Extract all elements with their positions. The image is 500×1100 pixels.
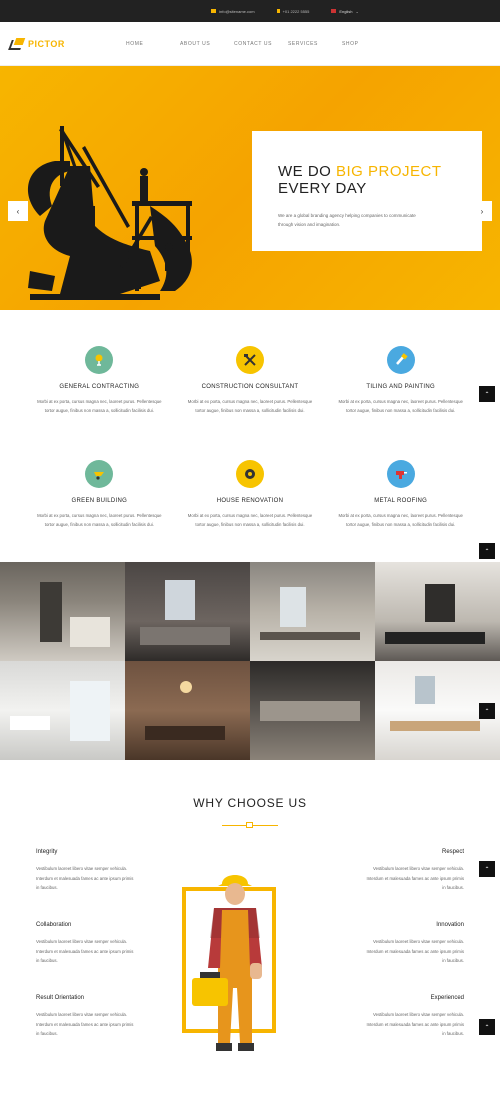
- section-title: WHY CHOOSE US: [193, 796, 307, 810]
- hammer-wrench-icon: [235, 346, 264, 374]
- service-text: Morbi at ex porta, cursus magna nec, lao…: [37, 399, 162, 413]
- slider-prev-button[interactable]: ‹: [8, 201, 28, 221]
- side-widget-button[interactable]: ⌃: [479, 1019, 495, 1035]
- logo-text: PICTOR: [28, 38, 65, 49]
- side-widget-button[interactable]: ⌃: [479, 861, 495, 877]
- service-title: METAL ROOFING: [374, 498, 428, 504]
- chevron-right-icon: ›: [480, 206, 484, 216]
- feature-item-left: Result Orientation Vestibulum laoreet li…: [36, 995, 136, 1039]
- nav-contact-us[interactable]: CONTACT US: [234, 41, 288, 47]
- gallery-image-bathroom-white[interactable]: [0, 661, 125, 760]
- mail-icon: [211, 9, 217, 13]
- main-nav: HOME ABOUT US CONTACT US SERVICES SHOP: [126, 41, 396, 47]
- feature-item-right: Experienced Vestibulum laoreet libero vi…: [364, 995, 464, 1039]
- service-title: TILING AND PAINTING: [366, 384, 435, 390]
- service-item[interactable]: CONSTRUCTION CONSULTANT Morbi at ex port…: [175, 346, 326, 448]
- service-title: GREEN BUILDING: [71, 498, 128, 504]
- construction-silhouette-illustration: [28, 126, 192, 300]
- language-selector[interactable]: English ⌄: [331, 8, 359, 14]
- logo[interactable]: PICTOR: [10, 38, 110, 50]
- service-item[interactable]: GENERAL CONTRACTING Morbi at ex porta, c…: [24, 346, 175, 448]
- hero-card: WE DO BIG PROJECT EVERY DAY We are a glo…: [252, 131, 482, 251]
- hero-slider: WE DO BIG PROJECT EVERY DAY We are a glo…: [0, 66, 500, 310]
- gallery-image-living-room[interactable]: [125, 562, 250, 661]
- why-choose-us-section: WHY CHOOSE US: [0, 760, 500, 828]
- service-item[interactable]: METAL ROOFING Morbi at ex porta, cursus …: [325, 460, 476, 562]
- services-section: GENERAL CONTRACTING Morbi at ex porta, c…: [0, 310, 500, 562]
- divider-ornament-icon: [246, 822, 253, 828]
- site-header: PICTOR HOME ABOUT US CONTACT US SERVICES…: [0, 22, 500, 66]
- feature-item-left: Collaboration Vestibulum laoreet libero …: [36, 922, 136, 966]
- service-text: Morbi at ex porta, cursus magna nec, lao…: [338, 513, 463, 527]
- service-text: Morbi at ex porta, cursus magna nec, lao…: [187, 513, 313, 527]
- feature-item-right: Respect Vestibulum laoreet libero vitae …: [364, 849, 464, 893]
- chevron-up-icon: ⌃: [484, 391, 490, 398]
- side-widget-button[interactable]: ⌃: [479, 386, 495, 402]
- feature-title: Collaboration: [36, 922, 72, 928]
- nav-shop[interactable]: SHOP: [342, 41, 396, 47]
- project-gallery: [0, 562, 500, 760]
- service-title: HOUSE RENOVATION: [216, 498, 284, 504]
- service-item[interactable]: HOUSE RENOVATION Morbi at ex porta, curs…: [175, 460, 326, 562]
- feature-title: Result Orientation: [36, 995, 85, 1001]
- hero-title: WE DO BIG PROJECT EVERY DAY: [278, 163, 442, 197]
- drill-icon: [386, 460, 415, 488]
- feature-title: Innovation: [436, 922, 464, 928]
- email-contact[interactable]: info@sitename.com: [211, 9, 255, 14]
- feature-text: Vestibulum laoreet libero vitae semper v…: [36, 866, 134, 890]
- pin-hook-icon: [85, 346, 114, 374]
- feature-title: Experienced: [430, 995, 464, 1001]
- feature-text: Vestibulum laoreet libero vitae semper v…: [36, 1012, 134, 1036]
- tape-measure-icon: [235, 460, 264, 488]
- chevron-left-icon: ‹: [16, 206, 20, 216]
- service-text: Morbi at ex porta, cursus magna nec, lao…: [187, 399, 313, 413]
- feature-title: Integrity: [36, 849, 58, 855]
- top-bar: info@sitename.com +01 2222 5555 English ⌄: [0, 0, 500, 22]
- side-widget-button[interactable]: ⌃: [479, 543, 495, 559]
- phone-contact[interactable]: +01 2222 5555: [276, 9, 309, 14]
- nav-services[interactable]: SERVICES: [288, 41, 342, 47]
- wheelbarrow-icon: [85, 460, 114, 488]
- chevron-up-icon: ⌃: [484, 548, 490, 555]
- service-item[interactable]: GREEN BUILDING Morbi at ex porta, cursus…: [24, 460, 175, 562]
- nav-about-us[interactable]: ABOUT US: [180, 41, 234, 47]
- feature-text: Vestibulum laoreet libero vitae semper v…: [366, 866, 464, 890]
- feature-item-right: Innovation Vestibulum laoreet libero vit…: [364, 922, 464, 966]
- construction-worker-image: [192, 875, 262, 1051]
- chevron-up-icon: ⌃: [484, 866, 490, 873]
- feature-title: Respect: [441, 849, 464, 855]
- service-item[interactable]: TILING AND PAINTING Morbi at ex porta, c…: [325, 346, 476, 448]
- service-title: GENERAL CONTRACTING: [59, 384, 140, 390]
- gallery-image-bathroom-dark[interactable]: [0, 562, 125, 661]
- paint-roller-icon: [386, 346, 415, 374]
- service-title: CONSTRUCTION CONSULTANT: [201, 384, 299, 390]
- title-divider: [222, 822, 278, 828]
- chevron-down-icon: ⌄: [355, 8, 359, 14]
- flag-icon: [331, 9, 337, 13]
- feature-text: Vestibulum laoreet libero vitae semper v…: [366, 939, 464, 963]
- phone-icon: [276, 9, 280, 13]
- feature-text: Vestibulum laoreet libero vitae semper v…: [36, 939, 134, 963]
- nav-home[interactable]: HOME: [126, 41, 180, 47]
- feature-text: Vestibulum laoreet libero vitae semper v…: [366, 1012, 464, 1036]
- side-widget-button[interactable]: ⌃: [479, 703, 495, 719]
- logo-mark-icon: [10, 38, 24, 50]
- slider-next-button[interactable]: ›: [472, 201, 492, 221]
- gallery-image-dark-kitchen[interactable]: [250, 661, 375, 760]
- feature-item-left: Integrity Vestibulum laoreet libero vita…: [36, 849, 136, 893]
- service-text: Morbi at ex porta, cursus magna nec, lao…: [37, 513, 162, 527]
- gallery-image-dining[interactable]: [125, 661, 250, 760]
- gallery-image-kitchen-window[interactable]: [375, 562, 500, 661]
- chevron-up-icon: ⌃: [484, 708, 490, 715]
- chevron-up-icon: ⌃: [484, 1024, 490, 1031]
- gallery-image-study[interactable]: [250, 562, 375, 661]
- service-text: Morbi at ex porta, cursus magna nec, lao…: [338, 399, 463, 413]
- hero-text: We are a global branding agency helping …: [278, 213, 416, 227]
